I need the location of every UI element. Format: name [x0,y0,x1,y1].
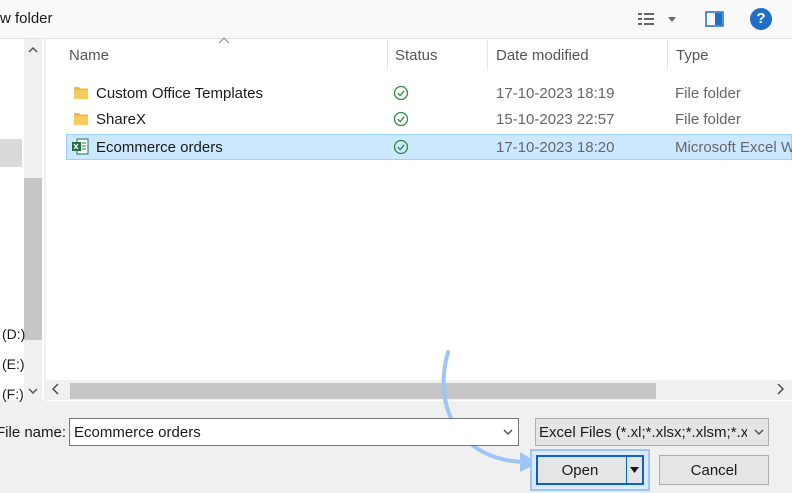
sync-status-icon [393,85,409,101]
column-divider[interactable] [387,40,388,70]
excel-file-icon [72,138,89,155]
help-icon[interactable]: ? [750,8,772,30]
column-header-date-modified[interactable]: Date modified [496,47,589,64]
file-date: 17-10-2023 18:20 [496,139,615,156]
preview-pane-button[interactable] [704,9,726,29]
column-header-type[interactable]: Type [676,47,709,64]
nav-scrollbar-thumb[interactable] [24,178,42,340]
file-name: Ecommerce orders [96,139,223,156]
nav-selected-item[interactable] [0,139,22,167]
file-row-sharex[interactable]: ShareX 15-10-2023 22:57 File folder [66,107,792,133]
chevron-right-icon[interactable] [774,382,786,399]
change-view-button[interactable] [636,9,680,29]
folder-icon [74,113,88,125]
chevron-down-icon[interactable] [498,421,518,443]
chevron-up-icon[interactable] [25,42,41,58]
view-options-icon [638,13,676,25]
column-header-status[interactable]: Status [395,47,438,64]
file-type: File folder [675,111,741,128]
file-type: File folder [675,85,741,102]
chevron-down-icon[interactable] [25,383,41,399]
open-button-label[interactable]: Open [541,462,619,479]
file-type: Microsoft Excel W [675,139,792,156]
chevron-left-icon[interactable] [50,382,62,399]
column-header-name[interactable]: Name [69,47,109,64]
file-name-label: File name: [0,424,67,441]
preview-pane-icon [705,11,724,27]
cancel-button-label[interactable]: Cancel [659,462,769,479]
sync-status-icon [393,139,409,155]
file-date: 15-10-2023 22:57 [496,111,615,128]
file-name-value[interactable]: Ecommerce orders [74,424,201,441]
file-name: Custom Office Templates [96,85,264,102]
horizontal-scrollbar-thumb[interactable] [70,383,656,399]
file-row-custom-office-templates[interactable]: Custom Office Templates 17-10-2023 18:19… [66,81,792,107]
folder-icon [74,87,88,99]
sort-ascending-icon [218,36,230,47]
column-divider[interactable] [487,40,488,70]
file-type-filter-value[interactable]: Excel Files (*.xl;*.xlsx;*.xlsm;*.xlsb [539,424,747,441]
nav-drive-d[interactable]: (D:) [2,326,25,342]
sync-status-icon [393,111,409,127]
column-divider[interactable] [667,40,668,70]
nav-drive-e[interactable]: (E:) [2,356,25,372]
nav-drive-f[interactable]: (F:) [2,386,24,402]
open-dropdown-icon[interactable] [627,457,642,483]
annotation-arrow-icon [441,350,538,472]
file-row-ecommerce-orders[interactable]: Ecommerce orders 17-10-2023 18:20 Micros… [66,134,792,160]
new-folder-button[interactable]: w folder [0,10,53,27]
file-name: ShareX [96,111,147,128]
file-date: 17-10-2023 18:19 [496,85,615,102]
chevron-down-icon[interactable] [750,421,768,443]
